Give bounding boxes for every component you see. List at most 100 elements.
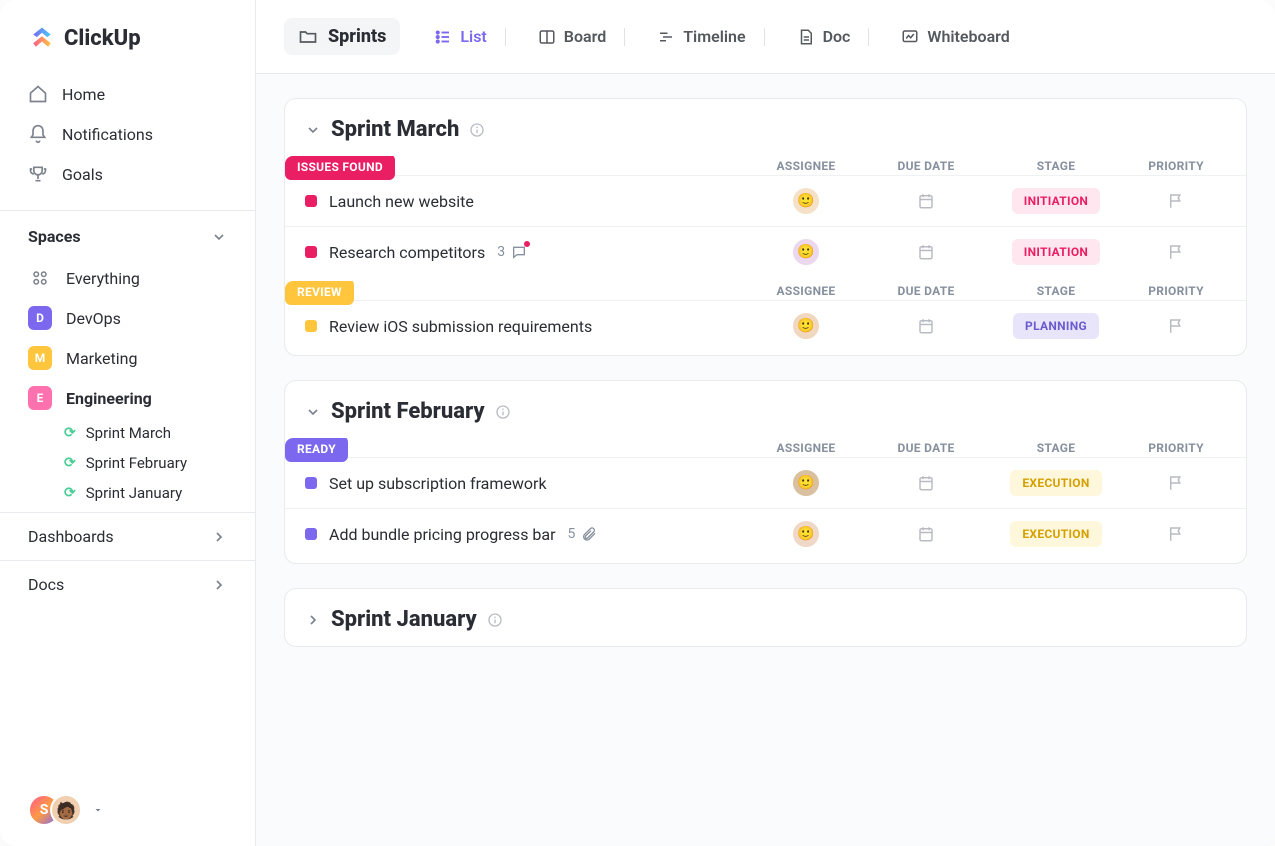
status-square-icon bbox=[305, 320, 317, 332]
sprint-header[interactable]: Sprint January bbox=[285, 589, 1246, 646]
nav-notifications[interactable]: Notifications bbox=[12, 114, 243, 154]
space-marketing[interactable]: M Marketing bbox=[12, 338, 243, 378]
col-stage: STAGE bbox=[986, 159, 1126, 173]
task-row[interactable]: Add bundle pricing progress bar 5 🙂 EXEC… bbox=[285, 508, 1246, 559]
tab-label: Whiteboard bbox=[927, 27, 1009, 46]
stage-cell[interactable]: INITIATION bbox=[986, 188, 1126, 214]
chevron-right-icon[interactable] bbox=[305, 612, 321, 628]
assignee-cell[interactable]: 🙂 bbox=[746, 186, 866, 216]
sprint-card: Sprint March ISSUES FOUND ASSIGNEE DUE D… bbox=[284, 98, 1247, 356]
group-header: REVIEW ASSIGNEE DUE DATE STAGE PRIORITY bbox=[285, 281, 1246, 300]
sidebar-sprint-january[interactable]: ⟳ Sprint January bbox=[12, 478, 243, 508]
flag-icon bbox=[1167, 474, 1185, 492]
task-row[interactable]: Review iOS submission requirements 🙂 PLA… bbox=[285, 300, 1246, 351]
sidebar-sprint-february[interactable]: ⟳ Sprint February bbox=[12, 448, 243, 478]
folder-icon bbox=[298, 27, 318, 47]
home-icon bbox=[28, 84, 48, 104]
task-meta: 5 bbox=[568, 526, 598, 542]
timeline-icon bbox=[657, 28, 675, 46]
task-row[interactable]: Set up subscription framework 🙂 EXECUTIO… bbox=[285, 457, 1246, 508]
sprint-label: Sprint January bbox=[86, 484, 182, 502]
assignee-cell[interactable]: 🙂 bbox=[746, 311, 866, 341]
assignee-cell[interactable]: 🙂 bbox=[746, 237, 866, 267]
nav-goals[interactable]: Goals bbox=[12, 154, 243, 194]
task-title: Add bundle pricing progress bar bbox=[329, 525, 556, 544]
flag-icon bbox=[1167, 525, 1185, 543]
stage-cell[interactable]: EXECUTION bbox=[986, 521, 1126, 547]
sprint-icon: ⟳ bbox=[64, 455, 76, 471]
sprint-icon: ⟳ bbox=[64, 425, 76, 441]
stage-cell[interactable]: PLANNING bbox=[986, 313, 1126, 339]
topbar: Sprints List Board Timeline bbox=[256, 0, 1275, 74]
logo[interactable]: ClickUp bbox=[0, 0, 255, 70]
tab-whiteboard[interactable]: Whiteboard bbox=[887, 19, 1023, 54]
priority-cell[interactable] bbox=[1126, 192, 1226, 210]
col-priority: PRIORITY bbox=[1126, 441, 1226, 455]
nav-dashboards[interactable]: Dashboards bbox=[0, 512, 255, 560]
nav-docs[interactable]: Docs bbox=[0, 560, 255, 608]
due-date-cell[interactable] bbox=[866, 192, 986, 210]
tab-label: Board bbox=[564, 27, 606, 46]
priority-cell[interactable] bbox=[1126, 243, 1226, 261]
due-date-cell[interactable] bbox=[866, 525, 986, 543]
priority-cell[interactable] bbox=[1126, 525, 1226, 543]
space-badge: E bbox=[28, 386, 52, 410]
tab-doc[interactable]: Doc bbox=[783, 19, 884, 54]
spaces-header[interactable]: Spaces bbox=[0, 210, 255, 254]
stage-badge: EXECUTION bbox=[1010, 521, 1101, 547]
calendar-icon bbox=[917, 317, 935, 335]
task-title-cell: Launch new website bbox=[305, 192, 746, 211]
assignee-cell[interactable]: 🙂 bbox=[746, 519, 866, 549]
col-assignee: ASSIGNEE bbox=[746, 159, 866, 173]
info-icon[interactable] bbox=[495, 404, 511, 420]
due-date-cell[interactable] bbox=[866, 474, 986, 492]
due-date-cell[interactable] bbox=[866, 243, 986, 261]
task-title: Set up subscription framework bbox=[329, 474, 547, 493]
sidebar-sprint-march[interactable]: ⟳ Sprint March bbox=[12, 418, 243, 448]
content: Sprint March ISSUES FOUND ASSIGNEE DUE D… bbox=[256, 74, 1275, 846]
clickup-logo-icon bbox=[28, 24, 56, 52]
stage-cell[interactable]: INITIATION bbox=[986, 239, 1126, 265]
assignee-cell[interactable]: 🙂 bbox=[746, 468, 866, 498]
nav-notifications-label: Notifications bbox=[62, 125, 153, 144]
task-row[interactable]: Research competitors 3 🙂 INITIATION bbox=[285, 226, 1246, 277]
stage-badge: INITIATION bbox=[1012, 188, 1100, 214]
breadcrumb-title: Sprints bbox=[328, 26, 386, 47]
status-pill[interactable]: REVIEW bbox=[285, 281, 354, 305]
sprint-header[interactable]: Sprint March bbox=[285, 99, 1246, 156]
status-pill[interactable]: ISSUES FOUND bbox=[285, 156, 395, 180]
space-everything[interactable]: Everything bbox=[12, 258, 243, 298]
task-row[interactable]: Launch new website 🙂 INITIATION bbox=[285, 175, 1246, 226]
status-pill[interactable]: READY bbox=[285, 438, 348, 462]
task-title-cell: Add bundle pricing progress bar 5 bbox=[305, 525, 746, 544]
nav-home[interactable]: Home bbox=[12, 74, 243, 114]
sidebar-footer[interactable]: S 🧑🏾 bbox=[0, 774, 255, 846]
breadcrumb[interactable]: Sprints bbox=[284, 18, 400, 55]
space-label: Marketing bbox=[66, 349, 137, 368]
space-engineering[interactable]: E Engineering bbox=[12, 378, 243, 418]
info-icon[interactable] bbox=[487, 612, 503, 628]
sprint-title: Sprint February bbox=[331, 399, 485, 424]
attachment-icon bbox=[581, 526, 597, 542]
status-square-icon bbox=[305, 246, 317, 258]
flag-icon bbox=[1167, 243, 1185, 261]
col-priority: PRIORITY bbox=[1126, 159, 1226, 173]
status-square-icon bbox=[305, 477, 317, 489]
chevron-down-icon[interactable] bbox=[305, 404, 321, 420]
tab-list[interactable]: List bbox=[420, 19, 519, 54]
space-devops[interactable]: D DevOps bbox=[12, 298, 243, 338]
due-date-cell[interactable] bbox=[866, 317, 986, 335]
nav-home-label: Home bbox=[62, 85, 105, 104]
tab-timeline[interactable]: Timeline bbox=[643, 19, 778, 54]
col-due: DUE DATE bbox=[866, 159, 986, 173]
status-square-icon bbox=[305, 528, 317, 540]
col-due: DUE DATE bbox=[866, 284, 986, 298]
sprint-header[interactable]: Sprint February bbox=[285, 381, 1246, 438]
chevron-down-icon[interactable] bbox=[305, 122, 321, 138]
info-icon[interactable] bbox=[469, 122, 485, 138]
tab-board[interactable]: Board bbox=[524, 19, 639, 54]
priority-cell[interactable] bbox=[1126, 474, 1226, 492]
priority-cell[interactable] bbox=[1126, 317, 1226, 335]
stage-cell[interactable]: EXECUTION bbox=[986, 470, 1126, 496]
group-header: ISSUES FOUND ASSIGNEE DUE DATE STAGE PRI… bbox=[285, 156, 1246, 175]
